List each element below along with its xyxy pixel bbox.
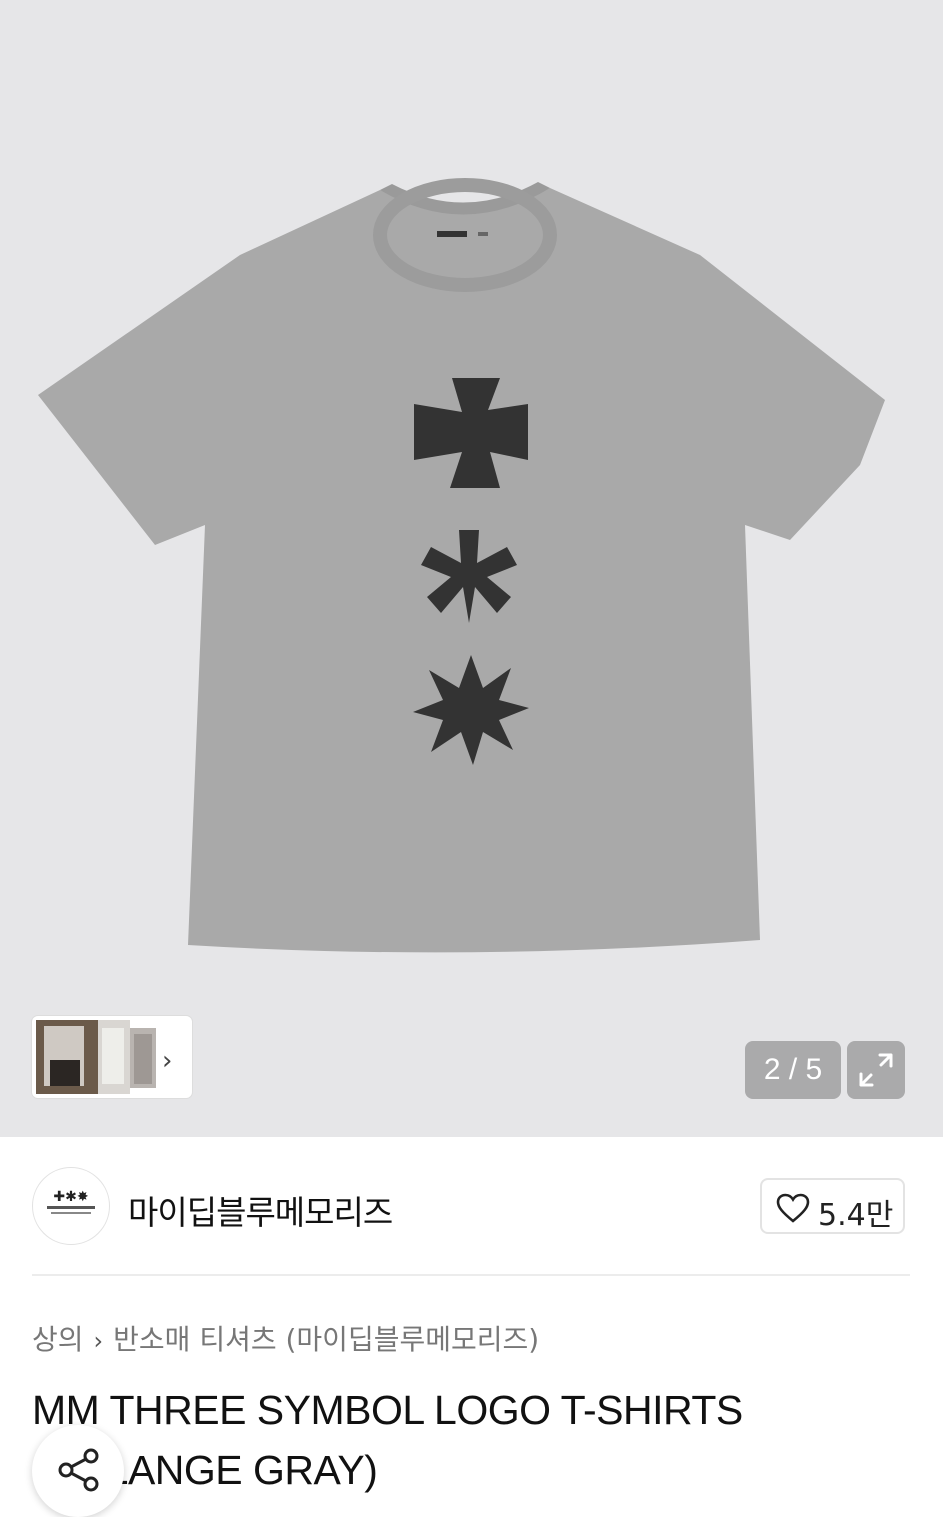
divider xyxy=(32,1274,910,1276)
image-page-counter: 2 / 5 xyxy=(745,1041,841,1099)
thumbnail-images xyxy=(36,1020,156,1094)
share-icon xyxy=(58,1448,99,1492)
breadcrumb-separator-icon: › xyxy=(93,1327,104,1355)
product-image-gallery[interactable]: › 2 / 5 xyxy=(0,0,943,1137)
breadcrumb-category[interactable]: 반소매 티셔츠 (마이딥블루메모리즈) xyxy=(113,1323,539,1356)
product-photo xyxy=(0,0,943,1137)
breadcrumb: 상의 › 반소매 티셔츠 (마이딥블루메모리즈) xyxy=(32,1318,539,1358)
expand-icon xyxy=(859,1053,893,1087)
svg-text:✚✱✸: ✚✱✸ xyxy=(53,1189,88,1205)
seller-avatar[interactable]: ✚✱✸ xyxy=(32,1167,110,1245)
thumbnail-next-chevron-icon[interactable]: › xyxy=(162,1046,172,1076)
heart-icon xyxy=(776,1193,810,1223)
seller-name[interactable]: 마이딥블루메모리즈 xyxy=(128,1186,393,1234)
breadcrumb-root[interactable]: 상의 xyxy=(32,1323,84,1356)
like-count: 5.4만 xyxy=(818,1198,894,1233)
like-button[interactable]: 5.4만 xyxy=(760,1178,905,1234)
brand-logo-icon: ✚✱✸ xyxy=(47,1189,95,1214)
share-button[interactable] xyxy=(32,1425,124,1517)
expand-button[interactable] xyxy=(847,1041,905,1099)
product-title: MM THREE SYMBOL LOGO T-SHIRTS (MELANGE G… xyxy=(32,1387,743,1493)
